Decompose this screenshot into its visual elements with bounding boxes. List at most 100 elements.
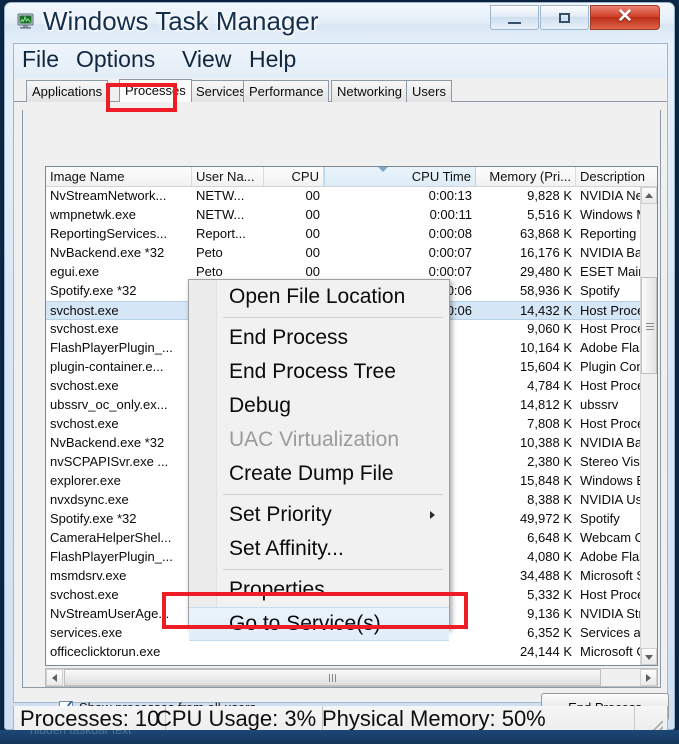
context-menu-separator [223,494,443,495]
tab-processes[interactable]: Processes [119,79,192,102]
table-row[interactable]: wmpnetwk.exe NETW... 00 0:00:11 5,516 K Windo… [46,206,657,225]
column-header-cpu-time[interactable]: CPU Time [324,167,476,186]
scroll-up-button[interactable] [641,187,657,204]
process-memory: 16,176 K [519,245,572,260]
menu-bar: File Options View Help [14,44,667,78]
context-menu-item-uac-virtualization: UAC Virtualization [189,423,449,457]
process-memory: 15,848 K [519,473,572,488]
process-image-name: nvSCPAPISvr.exe ... [50,454,169,469]
maximize-icon [559,13,570,23]
process-image-name: FlashPlayerPlugin_... [50,549,173,564]
tab-strip: Applications Processes Services Performa… [14,78,667,102]
process-image-name: svchost.exe [50,321,119,336]
tab-users[interactable]: Users [406,80,452,102]
context-menu-item-label: Set Affinity... [229,537,344,560]
table-row[interactable]: ReportingServices... Report... 00 0:00:08 63… [46,225,657,244]
process-image-name: wmpnetwk.exe [50,207,136,222]
task-manager-icon [17,13,34,29]
context-menu-item-properties[interactable]: Properties [189,573,449,607]
process-memory: 49,972 K [519,511,572,526]
process-memory: 34,488 K [519,568,572,583]
context-menu-item-set-affinity[interactable]: Set Affinity... [189,532,449,566]
process-list-horizontal-scrollbar[interactable] [45,668,658,687]
table-row[interactable]: NvStreamNetwork... NETW... 00 0:00:13 9,828 … [46,187,657,206]
context-menu-item-create-dump-file[interactable]: Create Dump File [189,457,449,491]
process-image-name: explorer.exe [50,473,121,488]
scroll-right-button[interactable] [640,669,657,686]
context-menu-item-label: Debug [229,394,291,417]
process-image-name: Spotify.exe *32 [50,283,137,298]
menu-item-view[interactable]: View [182,46,231,73]
process-memory: 9,136 K [527,606,572,621]
vertical-scrollbar-thumb[interactable] [641,277,657,374]
process-memory: 10,164 K [519,340,572,355]
menu-item-help[interactable]: Help [249,46,296,73]
column-header-image-name[interactable]: Image Name [46,167,192,186]
process-user-name: Peto [196,245,223,260]
context-menu-item-set-priority[interactable]: Set Priority [189,498,449,532]
process-image-name: officeclicktorun.exe [50,644,161,659]
process-image-name: nvxdsync.exe [50,492,129,507]
close-button[interactable]: ✕ [590,5,660,30]
column-header-user-name[interactable]: User Na... [192,167,264,186]
context-menu-item-label: End Process Tree [229,360,396,383]
context-menu-item-open-file-location[interactable]: Open File Location [189,280,449,314]
taskbar-ghost-text: hidden taskbar text [30,730,132,737]
process-memory: 63,868 K [519,226,572,241]
process-cpu [264,643,324,661]
context-menu-item-label: Create Dump File [229,462,394,485]
context-menu-item-label: End Process [229,326,349,349]
process-list-vertical-scrollbar[interactable] [640,187,657,665]
context-menu-item-end-process[interactable]: End Process [189,321,449,355]
process-image-name: msmdsrv.exe [50,568,127,583]
context-menu-item-label: UAC Virtualization [229,428,400,451]
context-menu-item-go-to-service-s[interactable]: Go to Service(s) [189,607,449,641]
column-header-memory[interactable]: Memory (Pri... [476,167,576,186]
context-menu-item-label: Go to Service(s) [229,612,381,635]
context-menu-item-label: Set Priority [229,503,332,526]
process-image-name: egui.exe [50,264,100,279]
process-cpu: 00 [305,226,320,241]
process-memory: 4,080 K [527,549,572,564]
scroll-down-button[interactable] [641,648,657,665]
process-image-name: ReportingServices... [50,226,168,241]
chevron-down-icon [645,655,653,660]
process-memory: 24,144 K [519,644,572,659]
tab-networking[interactable]: Networking [331,80,409,102]
process-cpu: 00 [305,207,320,222]
scroll-left-button[interactable] [46,669,63,686]
minimize-button[interactable] [490,5,539,30]
horizontal-scrollbar-thumb[interactable] [64,669,601,686]
process-image-name: plugin-container.e... [50,359,164,374]
context-menu-item-debug[interactable]: Debug [189,389,449,423]
column-header-cpu[interactable]: CPU [264,167,324,186]
maximize-button[interactable] [540,5,589,30]
menu-item-file[interactable]: File [22,46,59,73]
table-row[interactable]: NvBackend.exe *32 Peto 00 0:00:07 16,176 K NV… [46,244,657,263]
process-user-name: Report... [196,226,246,241]
process-memory: 2,380 K [527,454,572,469]
process-image-name: NvStreamNetwork... [50,188,167,203]
context-menu-item-label: Open File Location [229,285,406,308]
process-image-name: Spotify.exe *32 [50,511,137,526]
process-memory: 5,516 K [527,207,572,222]
process-image-name: svchost.exe [50,416,119,431]
close-icon: ✕ [617,6,633,27]
process-image-name: CameraHelperShel... [50,530,172,545]
column-header-description[interactable]: Description [576,167,657,186]
process-memory: 15,604 K [519,359,572,374]
process-memory: 8,388 K [527,492,572,507]
context-menu-item-end-process-tree[interactable]: End Process Tree [189,355,449,389]
process-context-menu[interactable]: Open File Location End Process End Process… [188,279,450,641]
process-memory: 6,352 K [527,625,572,640]
process-memory: 9,060 K [527,321,572,336]
menu-item-options[interactable]: Options [76,46,155,73]
table-row[interactable]: officeclicktorun.exe 24,144 K Microsoft Of [46,643,657,662]
process-cpu-time: 0:00:07 [428,245,472,260]
tab-applications[interactable]: Applications [26,80,109,102]
process-image-name: NvBackend.exe *32 [50,245,165,260]
tab-performance[interactable]: Performance [243,80,330,102]
process-memory: 29,480 K [519,264,572,279]
chevron-up-icon [645,193,653,198]
process-cpu: 00 [305,188,320,203]
